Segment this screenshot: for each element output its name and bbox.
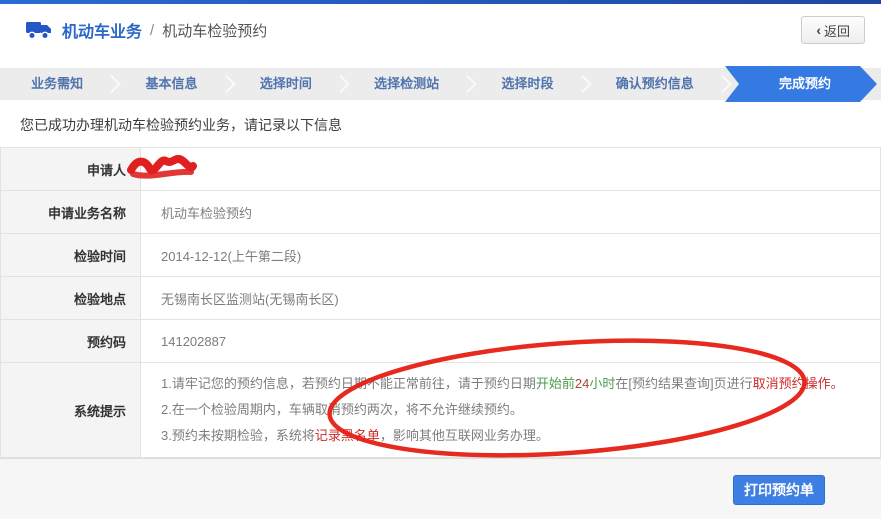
tip-text-red: 取消预约操作。 <box>752 376 844 391</box>
step-label: 选择时间 <box>259 76 312 91</box>
step-confirm-info: 确认预约信息 <box>585 68 732 100</box>
tip-text: 在[预约结果查询]页进行 <box>615 376 753 391</box>
row-label: 系统提示 <box>1 363 141 457</box>
row-label: 申请人 <box>1 148 141 190</box>
step-choose-time: 选择时间 <box>229 68 350 100</box>
step-choose-slot: 选择时段 <box>470 68 592 100</box>
tip-text: ，影响其他互联网业务办理。 <box>379 428 549 443</box>
tip-text: 1.请牢记您的预约信息，若预约日期不能正常前往，请于预约日期 <box>161 376 536 391</box>
row-label: 检验地点 <box>1 277 141 319</box>
breadcrumb-current: 机动车检验预约 <box>162 22 268 40</box>
table-row-applicant: 申请人 <box>1 148 880 191</box>
page-header: 机动车业务 / 机动车检验预约 ‹ 返回 <box>0 4 881 56</box>
table-row-system-tips: 系统提示 1.请牢记您的预约信息，若预约日期不能正常前往，请于预约日期开始前24… <box>1 363 880 458</box>
appointment-info-table: 申请人 申请业务名称 机动车检验预约 检验时间 2014-12-12(上午第二段… <box>0 147 881 458</box>
tip-line-3: 3.预约未按期检验，系统将记录黑名单，影响其他互联网业务办理。 <box>161 423 870 449</box>
tip-text: 2.在一个检验周期内，车辆取消预约两次，将不允许继续预约。 <box>161 402 523 417</box>
step-complete-active: 完成预约 <box>725 66 877 102</box>
table-row-inspection-time: 检验时间 2014-12-12(上午第二段) <box>1 234 880 277</box>
page-footer: 打印预约单 <box>0 458 881 519</box>
step-choose-station: 选择检测站 <box>343 68 478 100</box>
breadcrumb-root-link[interactable]: 机动车业务 <box>62 18 142 42</box>
tip-line-2: 2.在一个检验周期内，车辆取消预约两次，将不允许继续预约。 <box>161 397 870 423</box>
step-separator-chevron-icon <box>713 74 732 94</box>
tip-text-red: 记录黑名单 <box>314 428 380 443</box>
system-tips-content: 1.请牢记您的预约信息，若预约日期不能正常前往，请于预约日期开始前24小时在[预… <box>141 363 880 457</box>
row-value: 无锡南长区监测站(无锡南长区) <box>141 277 880 319</box>
step-label: 选择检测站 <box>374 76 440 91</box>
step-label: 基本信息 <box>145 76 198 91</box>
row-label: 检验时间 <box>1 234 141 276</box>
back-button-label: 返回 <box>823 23 850 39</box>
step-basic-info: 基本信息 <box>114 68 236 100</box>
row-value: 2014-12-12(上午第二段) <box>141 234 880 276</box>
table-row-booking-code: 预约码 141202887 <box>1 320 880 363</box>
breadcrumb-separator: / <box>150 21 155 39</box>
applicant-value-redacted <box>141 148 880 190</box>
step-label: 选择时段 <box>501 76 554 91</box>
back-chevron-icon: ‹ <box>816 22 821 38</box>
booking-code-value: 141202887 <box>141 320 880 362</box>
tip-text-green: 开始前 <box>535 376 575 391</box>
success-message: 您已成功办理机动车检验预约业务，请记录以下信息 <box>20 117 342 133</box>
print-appointment-button[interactable]: 打印预约单 <box>733 475 825 505</box>
row-value: 机动车检验预约 <box>141 191 880 233</box>
truck-icon <box>26 22 51 40</box>
step-label: 确认预约信息 <box>615 76 694 91</box>
step-label: 业务需知 <box>31 76 84 91</box>
tip-line-1: 1.请牢记您的预约信息，若预约日期不能正常前往，请于预约日期开始前24小时在[预… <box>161 371 870 397</box>
step-business-notice: 业务需知 <box>0 68 122 100</box>
table-row-business-name: 申请业务名称 机动车检验预约 <box>1 191 880 234</box>
wizard-step-bar: 业务需知 基本信息 选择时间 选择检测站 选择时段 确认预约信息 完成预约 <box>0 68 881 100</box>
table-row-inspection-place: 检验地点 无锡南长区监测站(无锡南长区) <box>1 277 880 320</box>
tip-text-darkred: 24 <box>574 376 590 391</box>
tip-text-green: 小时 <box>589 376 616 391</box>
back-button[interactable]: ‹ 返回 <box>801 16 865 44</box>
row-label: 申请业务名称 <box>1 191 141 233</box>
tip-text: 3.预约未按期检验，系统将 <box>161 428 315 443</box>
row-label: 预约码 <box>1 320 141 362</box>
